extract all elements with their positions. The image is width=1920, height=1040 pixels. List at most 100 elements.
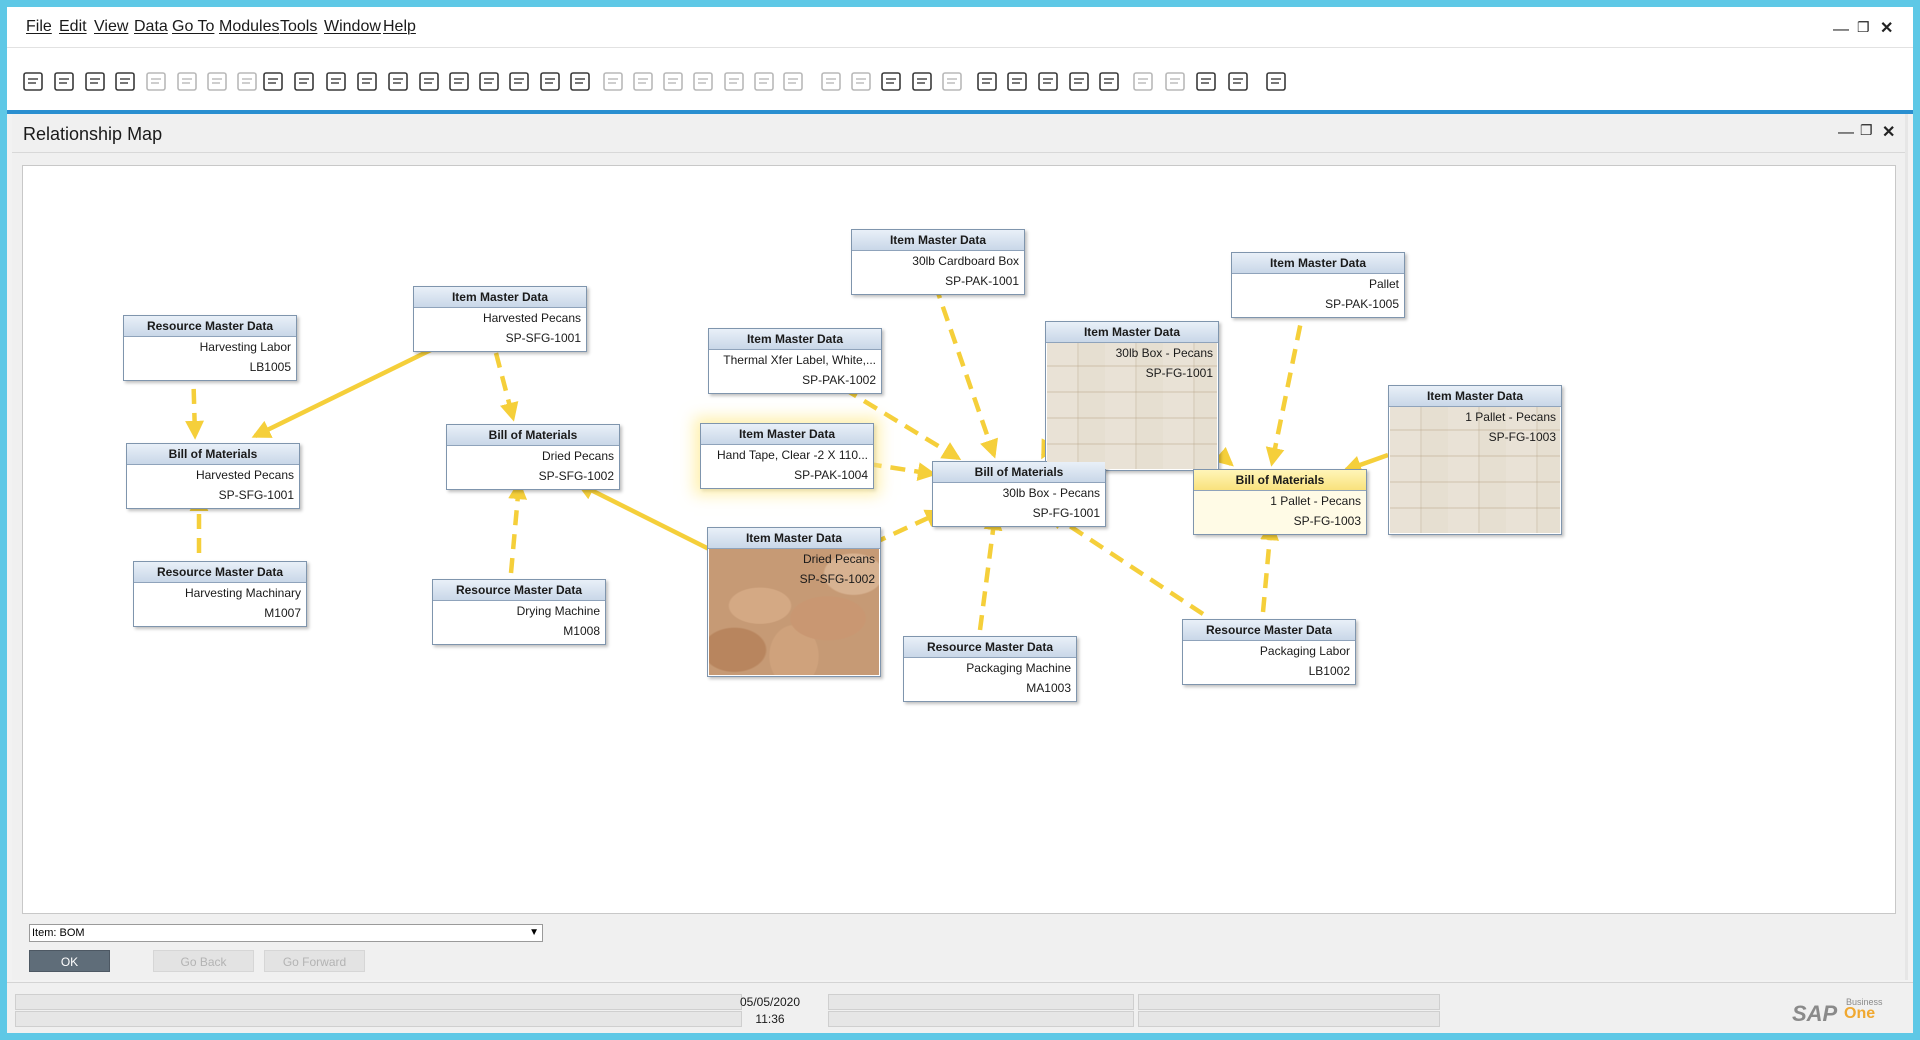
messages-icon[interactable] [910,69,936,95]
widgets-icon[interactable] [1163,69,1189,95]
doc-restore-icon[interactable]: ❐ [1860,122,1873,139]
node-code: SP-FG-1001 [1032,506,1100,520]
print-icon[interactable] [52,69,78,95]
map-node-res-ma1003[interactable]: Resource Master Data Packaging Machine MA1… [903,636,1077,702]
volume-icon[interactable] [722,69,748,95]
last-record-icon[interactable] [477,69,503,95]
menu-edit[interactable]: Edit [59,18,87,36]
node-code: SP-PAK-1005 [1325,297,1399,311]
form-settings-icon[interactable] [879,69,905,95]
map-node-item-pak1001[interactable]: Item Master Data 30lb Cardboard Box SP-PAK… [851,229,1025,295]
node-code: LB1005 [249,360,291,374]
node-type: Item Master Data [701,424,873,445]
map-node-item-fg1001[interactable]: Item Master Data 30lb Box - Pecans SP-FG-1… [1045,321,1219,471]
map-node-res-m1008[interactable]: Resource Master Data Drying Machine M1008 [432,579,606,645]
app-close-icon[interactable]: ✕ [1880,18,1893,38]
report-icon[interactable] [1226,69,1252,95]
sap-b1-window: File Edit View Data Go To Modules Tools … [7,7,1913,1033]
gross-profit-icon[interactable] [661,69,687,95]
sms-icon[interactable] [113,69,139,95]
menu-help[interactable]: Help [383,18,416,36]
node-type: Resource Master Data [124,316,296,337]
target-doc-icon[interactable] [631,69,657,95]
edit-icon[interactable] [819,69,845,95]
menu-file[interactable]: File [26,18,52,36]
map-node-bom-sfg1002[interactable]: Bill of Materials Dried Pecans SP-SFG-1002 [446,424,620,490]
doc-minimize-icon[interactable]: — [1838,124,1854,142]
map-node-res-m1007[interactable]: Resource Master Data Harvesting Machinary… [133,561,307,627]
pdf-icon[interactable] [235,69,261,95]
menu-goto[interactable]: Go To [172,18,214,36]
alerts-icon[interactable] [940,69,966,95]
edge-pak1005-to-bom-fg1003 [1265,301,1308,467]
window-title: Relationship Map [23,124,163,144]
find-icon[interactable] [324,69,350,95]
relationship-map-canvas[interactable]: Resource Master Data Harvesting Labor LB10… [22,165,1896,914]
fax-icon[interactable] [144,69,170,95]
map-node-bom-fg1003[interactable]: Bill of Materials 1 Pallet - Pecans SP-FG-… [1193,469,1367,535]
settings-icon[interactable] [849,69,875,95]
doc-close-icon[interactable]: ✕ [1882,122,1895,142]
map-node-item-fg1003[interactable]: Item Master Data 1 Pallet - Pecans SP-FG-1… [1388,385,1562,535]
logo-sap-text: SAP [1792,1001,1838,1026]
first-record-icon[interactable] [386,69,412,95]
node-type: Bill of Materials [447,425,619,446]
drilldown-icon[interactable] [781,69,807,95]
app-restore-icon[interactable]: ❐ [1857,19,1870,36]
email-icon[interactable] [83,69,109,95]
menu-window[interactable]: Window [324,18,381,36]
help-icon[interactable] [1264,69,1290,95]
word-icon[interactable] [205,69,231,95]
map-node-item-pak1005[interactable]: Item Master Data Pallet SP-PAK-1005 [1231,252,1405,318]
go-back-button[interactable]: Go Back [153,950,254,972]
dropdown-arrow-icon[interactable]: ▼ [529,925,539,941]
calendar-check-icon[interactable] [975,69,1001,95]
map-node-res-lb1005[interactable]: Resource Master Data Harvesting Labor LB10… [123,315,297,381]
go-forward-button[interactable]: Go Forward [264,950,365,972]
journal-icon[interactable] [752,69,778,95]
map-node-res-lb1002[interactable]: Resource Master Data Packaging Labor LB100… [1182,619,1356,685]
analytics-icon[interactable] [1194,69,1220,95]
base-doc-icon[interactable] [601,69,627,95]
map-node-bom-fg1001[interactable]: Bill of Materials 30lb Box - Pecans SP-FG-… [932,461,1106,527]
node-description: 30lb Box - Pecans [1002,486,1100,500]
previous-record-icon[interactable] [417,69,443,95]
item-type-dropdown[interactable]: Item: BOM ▼ [29,924,543,942]
status-field [1138,1011,1440,1027]
node-type: Bill of Materials [127,444,299,465]
node-type: Item Master Data [1232,253,1404,274]
filter-icon[interactable] [538,69,564,95]
menu-modules[interactable]: Modules [219,18,279,36]
map-node-item-pak1002[interactable]: Item Master Data Thermal Xfer Label, Whit… [708,328,882,394]
node-type: Item Master Data [1389,386,1561,407]
node-description: 30lb Cardboard Box [912,254,1019,268]
status-bar: 05/05/2020 11:36 SAP Business One [7,982,1913,1033]
layout-icon[interactable] [292,69,318,95]
node-description: Thermal Xfer Label, White,... [723,353,876,367]
node-code: SP-SFG-1001 [505,331,581,345]
user-icon[interactable] [1097,69,1123,95]
sort-icon[interactable] [568,69,594,95]
org-chart-icon[interactable] [1067,69,1093,95]
next-record-icon[interactable] [447,69,473,95]
excel-icon[interactable] [175,69,201,95]
document-icon[interactable] [1131,69,1157,95]
map-node-item-sfg1001[interactable]: Item Master Data Harvested Pecans SP-SFG-1… [413,286,587,352]
preview-icon[interactable] [21,69,47,95]
menu-tools[interactable]: Tools [280,18,317,36]
move-icon[interactable] [261,69,287,95]
mail-check-icon[interactable] [1005,69,1031,95]
map-node-item-pak1004[interactable]: Item Master Data Hand Tape, Clear -2 X 11… [700,423,874,489]
map-node-item-sfg1002[interactable]: Item Master Data Dried Pecans SP-SFG-1002 [707,527,881,677]
refresh-icon[interactable] [507,69,533,95]
menu-view[interactable]: View [94,18,128,36]
node-type: Resource Master Data [1183,620,1355,641]
app-minimize-icon[interactable]: — [1833,21,1849,39]
add-icon[interactable] [355,69,381,95]
ok-button[interactable]: OK [29,950,110,972]
calculator-icon[interactable] [1036,69,1062,95]
menu-data[interactable]: Data [134,18,168,36]
node-code: MA1003 [1026,681,1071,695]
payment-icon[interactable] [691,69,717,95]
map-node-bom-sfg1001[interactable]: Bill of Materials Harvested Pecans SP-SFG-… [126,443,300,509]
